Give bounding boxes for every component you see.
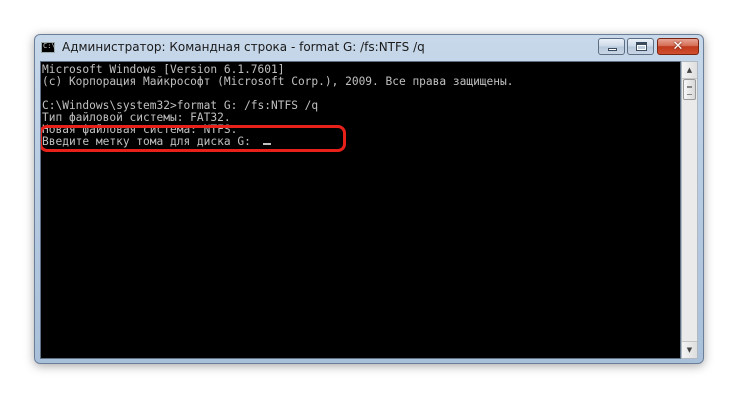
close-button[interactable]: ✕ (657, 38, 699, 55)
console-window: Администратор: Командная строка - format… (34, 34, 704, 364)
minimize-button[interactable] (598, 38, 625, 55)
highlight-annotation (41, 125, 346, 152)
console-line-copyright: (c) Корпорация Майкрософт (Microsoft Cor… (42, 75, 514, 88)
maximize-button[interactable] (627, 38, 654, 55)
scrollbar-thumb[interactable] (683, 79, 696, 100)
maximize-icon (628, 39, 653, 54)
window-title: Администратор: Командная строка - format… (62, 40, 425, 54)
scroll-down-arrow-icon[interactable]: ▼ (682, 341, 697, 358)
close-icon: ✕ (672, 39, 684, 54)
command-prompt-icon[interactable] (41, 42, 56, 53)
scroll-up-arrow-icon[interactable]: ▲ (682, 62, 697, 79)
title-bar[interactable]: Администратор: Командная строка - format… (35, 35, 703, 61)
minimize-icon (599, 39, 624, 54)
console-output[interactable]: Microsoft Windows [Version 6.1.7601] (c)… (40, 61, 681, 359)
vertical-scrollbar[interactable]: ▲ ▼ (681, 61, 698, 359)
